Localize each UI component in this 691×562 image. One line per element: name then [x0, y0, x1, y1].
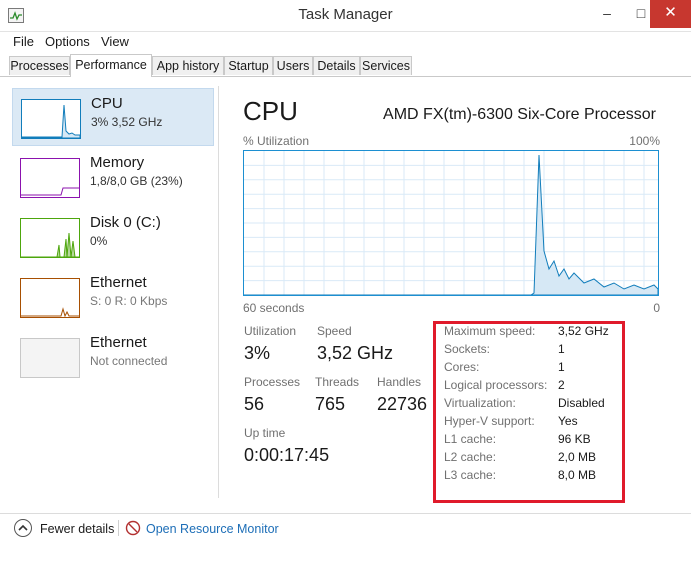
sidebar-item-label: Ethernet	[90, 334, 147, 351]
speed-label: Speed	[317, 324, 352, 338]
speed-value: 3,52 GHz	[317, 343, 394, 363]
detail-label: Cores:	[444, 360, 480, 374]
memory-mini-graph	[20, 158, 80, 198]
detail-value: 8,0 MB	[558, 468, 597, 482]
detail-value: 2	[558, 378, 565, 392]
title-bar: Task Manager – □ ✕	[0, 0, 691, 32]
tab-users[interactable]: Users	[273, 56, 313, 75]
detail-label: Virtualization:	[444, 396, 516, 410]
detail-value: 2,0 MB	[558, 450, 597, 464]
tab-services[interactable]: Services	[360, 56, 412, 75]
close-button[interactable]: ✕	[650, 0, 691, 28]
detail-label: Logical processors:	[444, 378, 548, 392]
detail-value: Yes	[558, 414, 578, 428]
sidebar-item-cpu[interactable]: CPU 3% 3,52 GHz	[12, 88, 214, 146]
ethernet-mini-graph	[20, 278, 80, 318]
sidebar-item-ethernet-1[interactable]: Ethernet S: 0 R: 0 Kbps	[12, 268, 214, 326]
detail-label: L2 cache:	[444, 450, 497, 464]
detail-value: Disabled	[558, 396, 605, 410]
handles-value: 22736	[377, 394, 428, 414]
chevron-up-icon[interactable]	[14, 519, 32, 537]
threads-label: Threads	[315, 375, 360, 389]
tab-processes[interactable]: Processes	[9, 56, 70, 75]
utilization-value: 3%	[244, 343, 271, 363]
processor-name: AMD FX(tm)-6300 Six-Core Processor	[383, 106, 656, 123]
utilization-label: Utilization	[244, 324, 297, 338]
detail-value: 1	[558, 360, 565, 374]
tab-details[interactable]: Details	[313, 56, 360, 75]
footer-bar: Fewer details Open Resource Monitor	[0, 513, 691, 562]
detail-value: 1	[558, 342, 565, 356]
tab-strip: Processes Performance App history Startu…	[0, 54, 691, 77]
sidebar-item-memory[interactable]: Memory 1,8/8,0 GB (23%)	[12, 148, 214, 206]
sidebar-item-ethernet-2[interactable]: Ethernet Not connected	[12, 328, 214, 386]
panel-divider	[218, 86, 219, 498]
sidebar-item-label: CPU	[91, 95, 123, 112]
menu-view[interactable]: View	[101, 34, 129, 49]
window-title: Task Manager	[298, 6, 393, 23]
sidebar-item-sub: 1,8/8,0 GB (23%)	[90, 174, 183, 188]
disk-mini-graph	[20, 218, 80, 258]
graph-max-label: 100%	[629, 134, 660, 148]
processes-label: Processes	[244, 375, 301, 389]
footer-divider	[118, 520, 119, 536]
detail-label: L3 cache:	[444, 468, 497, 482]
sidebar-item-sub: 0%	[90, 234, 108, 248]
tab-startup[interactable]: Startup	[224, 56, 273, 75]
graph-time-label: 60 seconds	[243, 301, 305, 315]
minimize-button[interactable]: –	[590, 0, 624, 28]
sidebar-item-disk[interactable]: Disk 0 (C:) 0%	[12, 208, 214, 266]
tab-performance[interactable]: Performance	[70, 54, 152, 77]
sidebar-item-sub: S: 0 R: 0 Kbps	[90, 294, 168, 308]
open-resource-monitor-link[interactable]: Open Resource Monitor	[146, 522, 279, 536]
uptime-label: Up time	[244, 426, 286, 440]
threads-value: 765	[315, 394, 346, 414]
uptime-value: 0:00:17:45	[244, 445, 330, 465]
graph-utilization-label: % Utilization	[243, 134, 310, 148]
sidebar-item-sub: 3% 3,52 GHz	[91, 115, 163, 129]
detail-label: Maximum speed:	[444, 324, 536, 338]
detail-value: 96 KB	[558, 432, 591, 446]
menu-bar: File Options View	[0, 31, 691, 53]
menu-options[interactable]: Options	[45, 34, 90, 49]
tab-app-history[interactable]: App history	[152, 56, 224, 75]
cpu-utilization-graph	[243, 150, 659, 296]
menu-file[interactable]: File	[13, 34, 34, 49]
detail-label: Sockets:	[444, 342, 491, 356]
fewer-details-button[interactable]: Fewer details	[40, 522, 114, 536]
handles-label: Handles	[377, 375, 422, 389]
detail-label: Hyper-V support:	[444, 414, 535, 428]
sidebar-item-label: Ethernet	[90, 274, 147, 291]
detail-value: 3,52 GHz	[558, 324, 609, 338]
cpu-mini-graph	[21, 99, 81, 139]
sidebar-item-label: Memory	[90, 154, 145, 171]
sidebar-item-label: Disk 0 (C:)	[90, 214, 161, 231]
performance-panel: CPU 3% 3,52 GHz Memory 1,8/8,0 GB (23%) …	[0, 76, 691, 513]
resource-monitor-icon[interactable]	[125, 520, 141, 536]
graph-min-label: 0	[653, 301, 660, 315]
sidebar-item-sub: Not connected	[90, 354, 168, 368]
detail-label: L1 cache:	[444, 432, 497, 446]
ethernet-mini-graph	[20, 338, 80, 378]
processes-value: 56	[244, 394, 265, 414]
